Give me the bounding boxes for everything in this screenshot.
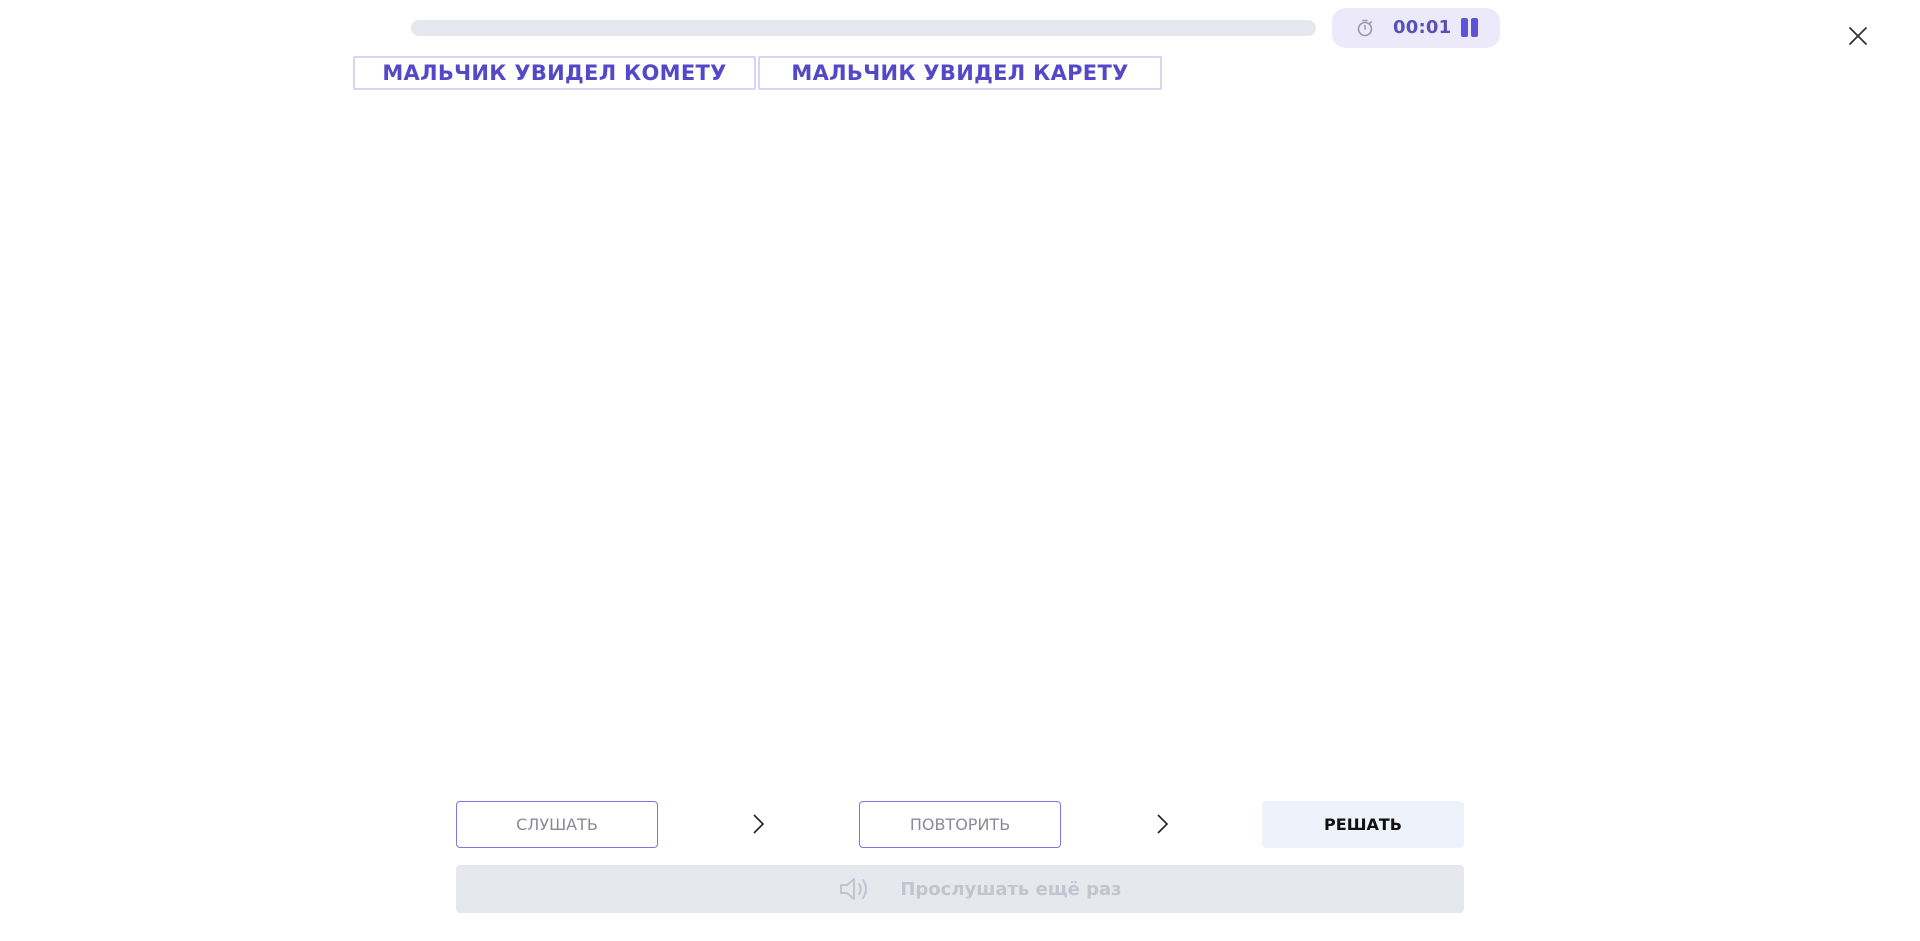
sentence-card[interactable]: МАЛЬЧИК УВИДЕЛ КАРЕТУ (758, 56, 1162, 90)
solve-button[interactable]: РЕШАТЬ (1262, 801, 1464, 848)
pause-button[interactable] (1458, 18, 1480, 38)
exercise-page: 00:01 МАЛЬЧИК УВИДЕЛ КОМЕТУ МАЛЬЧИК УВИД… (0, 0, 1920, 941)
stopwatch-icon (1357, 19, 1373, 37)
progress-bar (411, 20, 1316, 36)
replay-label: Прослушать ещё раз (900, 878, 1122, 900)
timer-panel: 00:01 (1332, 8, 1500, 48)
chevron-right-icon (1157, 814, 1169, 834)
repeat-button[interactable]: ПОВТОРИТЬ (859, 801, 1061, 848)
sentence-card[interactable]: МАЛЬЧИК УВИДЕЛ КОМЕТУ (353, 56, 756, 90)
sentence-text: МАЛЬЧИК УВИДЕЛ КАРЕТУ (791, 61, 1129, 85)
replay-button[interactable]: Прослушать ещё раз (456, 865, 1464, 913)
pause-icon (1461, 18, 1468, 37)
listen-button[interactable]: СЛУШАТЬ (456, 801, 658, 848)
chevron-right-icon (753, 814, 765, 834)
close-icon[interactable] (1846, 24, 1870, 48)
sentence-text: МАЛЬЧИК УВИДЕЛ КОМЕТУ (382, 61, 727, 85)
speaker-icon (840, 878, 868, 900)
timer-value: 00:01 (1393, 17, 1452, 38)
